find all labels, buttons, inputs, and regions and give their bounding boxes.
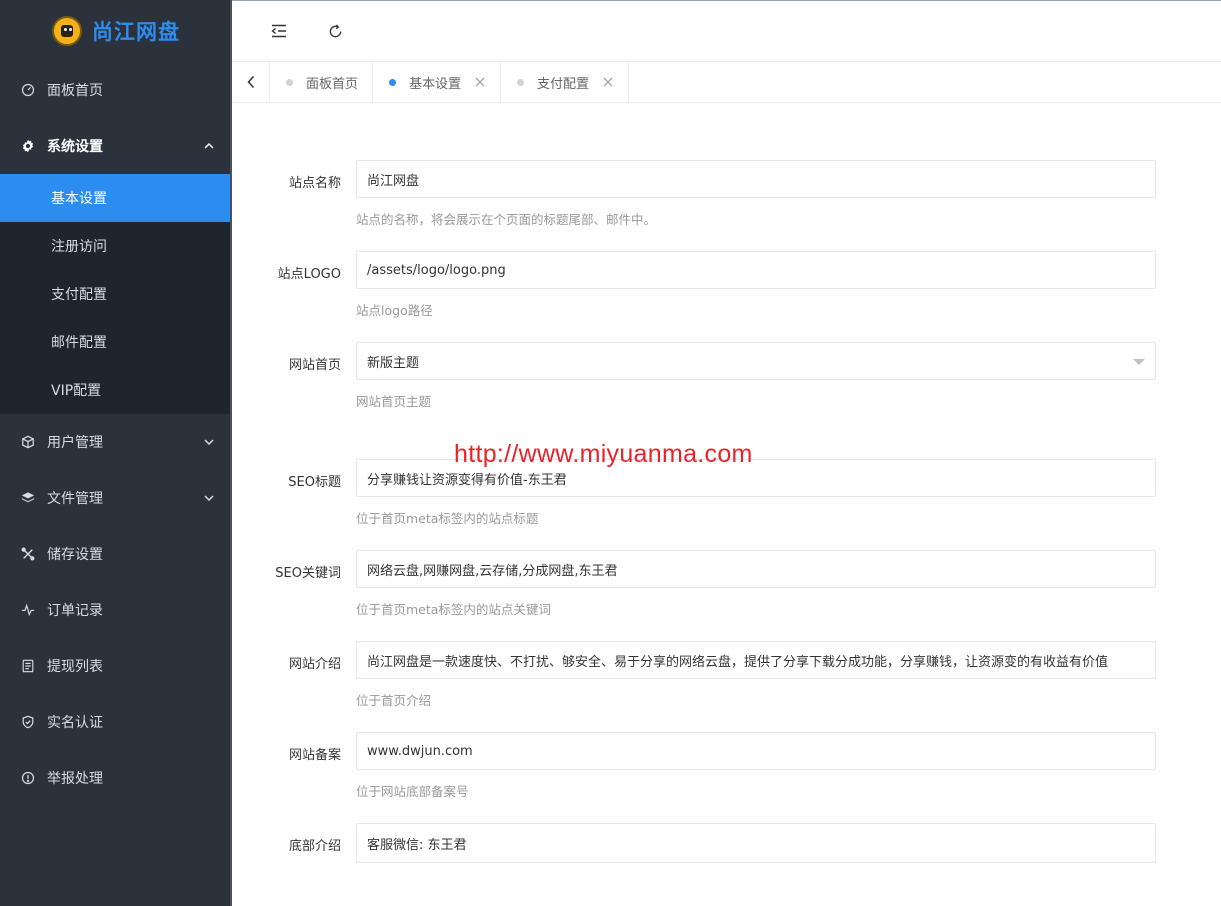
sidebar-item-withdrawals[interactable]: 提现列表 bbox=[0, 638, 232, 694]
sidebar-item-label: 订单记录 bbox=[47, 603, 103, 619]
sidebar-item-label: 举报处理 bbox=[47, 771, 103, 787]
field-label: 站点LOGO bbox=[277, 267, 341, 282]
tab-status-dot bbox=[517, 78, 525, 86]
field-label: 网站备案 bbox=[288, 748, 341, 763]
cube-icon bbox=[20, 434, 36, 450]
field-label: SEO标题 bbox=[288, 475, 341, 490]
logo-mark-icon bbox=[52, 16, 82, 46]
sidebar-item-label: 储存设置 bbox=[47, 547, 103, 563]
sidebar-item-users[interactable]: 用户管理 bbox=[0, 414, 232, 470]
home-theme-select[interactable]: 新版主题 bbox=[356, 342, 1156, 380]
refresh-icon bbox=[329, 23, 341, 37]
sidebar: 尚江网盘 面板首页 系统设置 基本设置 注册访问 支付配置 邮件配置 VIP配置… bbox=[0, 0, 232, 906]
sidebar-item-label: 用户管理 bbox=[47, 435, 103, 451]
sidebar-subitem-mail[interactable]: 邮件配置 bbox=[0, 318, 232, 366]
field-label: SEO关键词 bbox=[275, 566, 341, 581]
dropdown-arrow-icon bbox=[1133, 359, 1145, 365]
field-help: 位于首页meta标签内的站点标题 bbox=[356, 511, 539, 526]
sidebar-item-label: 系统设置 bbox=[47, 139, 103, 155]
gauge-icon bbox=[20, 82, 36, 98]
sidebar-item-orders[interactable]: 订单记录 bbox=[0, 582, 232, 638]
tab-label: 面板首页 bbox=[306, 76, 359, 92]
tab-label: 支付配置 bbox=[537, 76, 590, 92]
tab-dashboard[interactable]: 面板首页 bbox=[270, 62, 374, 102]
brand-name: 尚江网盘 bbox=[92, 20, 180, 44]
tab-status-dot bbox=[389, 78, 397, 86]
tab-label: 基本设置 bbox=[409, 76, 462, 92]
footer-intro-input[interactable]: 客服微信: 东王君 bbox=[356, 823, 1156, 863]
chevron-down-icon bbox=[204, 495, 214, 502]
sidebar-item-reports[interactable]: 举报处理 bbox=[0, 750, 232, 806]
list-doc-icon bbox=[20, 658, 36, 674]
sidebar-item-label: 提现列表 bbox=[47, 659, 103, 675]
select-value: 新版主题 bbox=[367, 355, 420, 371]
refresh-button[interactable] bbox=[324, 20, 346, 42]
site-intro-input[interactable]: 尚江网盘是一款速度快、不打扰、够安全、易于分享的网络云盘，提供了分享下载分成功能… bbox=[356, 641, 1156, 679]
chevron-left-icon bbox=[246, 75, 254, 89]
shield-check-icon bbox=[20, 714, 36, 730]
settings-form: 站点名称 尚江网盘 站点的名称，将会展示在个页面的标题尾部、邮件中。 站点LOG… bbox=[232, 103, 1221, 906]
sidebar-subitem-registration[interactable]: 注册访问 bbox=[0, 222, 232, 270]
chevron-down-icon bbox=[204, 439, 214, 446]
tab-status-dot bbox=[286, 78, 293, 86]
info-circle-icon bbox=[20, 770, 36, 786]
tools-icon bbox=[20, 546, 36, 562]
sidebar-item-label: 文件管理 bbox=[47, 491, 103, 507]
pulse-icon bbox=[20, 602, 36, 618]
topbar bbox=[232, 0, 1221, 62]
sidebar-subitem-vip[interactable]: VIP配置 bbox=[0, 366, 232, 414]
sidebar-item-dashboard[interactable]: 面板首页 bbox=[0, 62, 232, 118]
sidebar-item-label: 面板首页 bbox=[47, 83, 103, 99]
field-help: 站点的名称，将会展示在个页面的标题尾部、邮件中。 bbox=[356, 212, 657, 227]
field-label: 底部介绍 bbox=[288, 839, 341, 854]
system-settings-submenu: 基本设置 注册访问 支付配置 邮件配置 VIP配置 bbox=[0, 174, 232, 414]
collapse-menu-button[interactable] bbox=[268, 20, 290, 42]
tab-basic-settings[interactable]: 基本设置 bbox=[373, 62, 502, 102]
tabs-scroll-left-button[interactable] bbox=[232, 62, 270, 102]
collapse-menu-icon bbox=[271, 24, 286, 38]
field-help: 位于首页介绍 bbox=[356, 693, 432, 708]
field-help: 网站首页主题 bbox=[356, 394, 432, 409]
field-label: 网站介绍 bbox=[288, 657, 341, 672]
sidebar-item-system-settings[interactable]: 系统设置 bbox=[0, 118, 232, 174]
field-label: 站点名称 bbox=[288, 176, 341, 191]
brand-logo[interactable]: 尚江网盘 bbox=[0, 0, 232, 62]
sidebar-item-label: 实名认证 bbox=[47, 715, 103, 731]
layers-icon bbox=[20, 490, 36, 506]
chevron-up-icon bbox=[204, 142, 214, 149]
tab-payment-settings[interactable]: 支付配置 bbox=[501, 62, 630, 102]
sidebar-item-verification[interactable]: 实名认证 bbox=[0, 694, 232, 750]
sidebar-subitem-payment[interactable]: 支付配置 bbox=[0, 270, 232, 318]
site-name-input[interactable]: 尚江网盘 bbox=[356, 160, 1156, 198]
seo-keywords-input[interactable]: 网络云盘,网赚网盘,云存储,分成网盘,东王君 bbox=[356, 550, 1156, 588]
sidebar-item-files[interactable]: 文件管理 bbox=[0, 470, 232, 526]
field-help: 站点logo路径 bbox=[356, 303, 433, 318]
gear-icon bbox=[20, 138, 36, 154]
field-label: 网站首页 bbox=[288, 358, 341, 373]
watermark-text: http://www.miyuanma.com bbox=[454, 440, 753, 468]
field-help: 位于首页meta标签内的站点关键词 bbox=[356, 602, 551, 617]
sidebar-item-storage[interactable]: 储存设置 bbox=[0, 526, 232, 582]
tabs-bar: 面板首页 基本设置 支付配置 bbox=[232, 62, 1221, 103]
close-icon[interactable] bbox=[603, 77, 613, 87]
icp-input[interactable]: www.dwjun.com bbox=[356, 732, 1156, 770]
sidebar-subitem-basic-settings[interactable]: 基本设置 bbox=[0, 174, 232, 222]
close-icon[interactable] bbox=[475, 77, 485, 87]
field-help: 位于网站底部备案号 bbox=[356, 784, 469, 799]
site-logo-input[interactable]: /assets/logo/logo.png bbox=[356, 251, 1156, 289]
